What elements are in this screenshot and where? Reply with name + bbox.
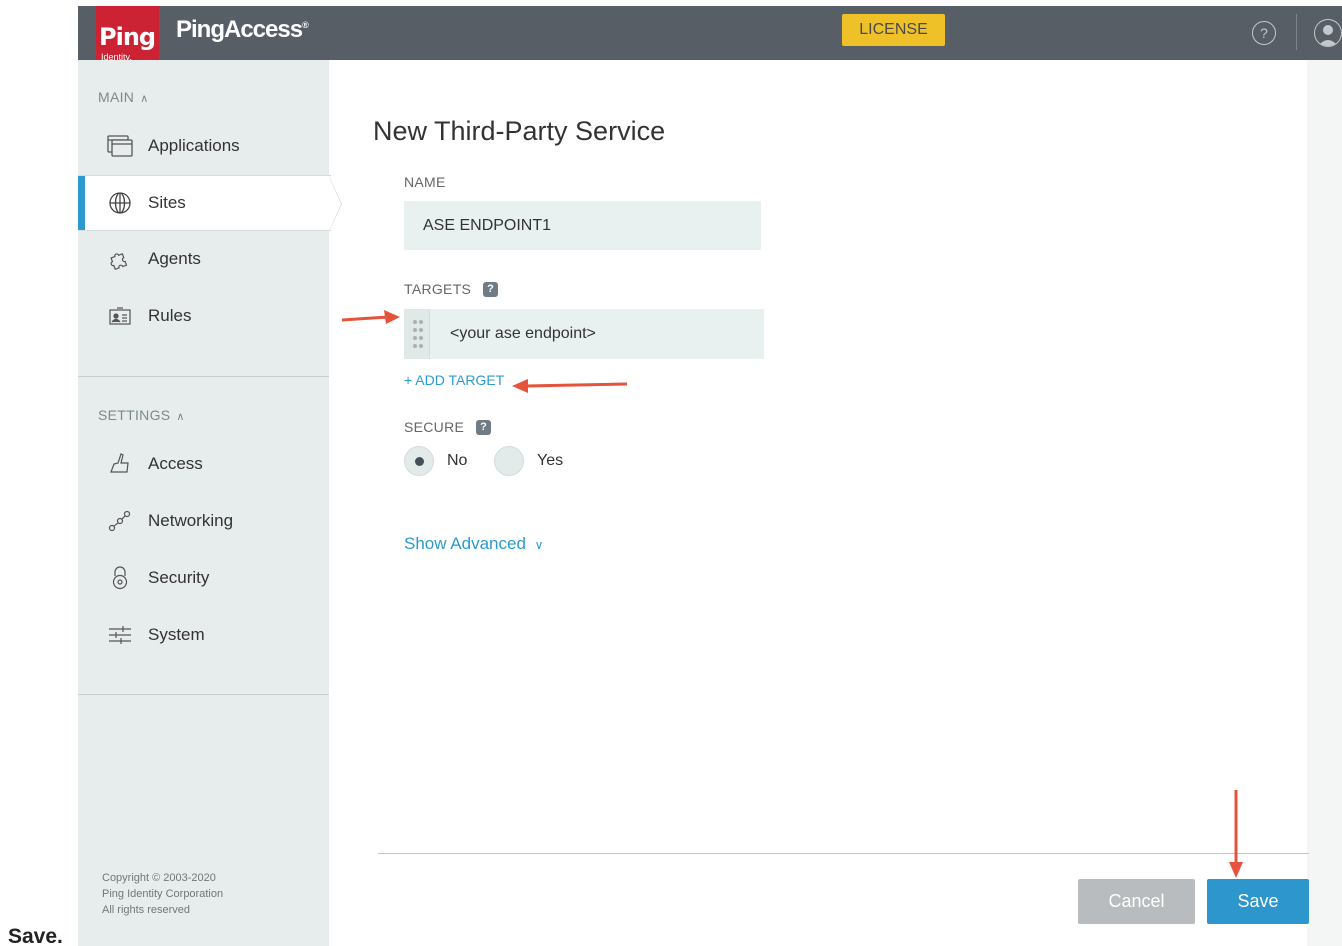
sidebar: MAIN ∧ Applications Sites Agents Rules S… [78,60,331,946]
add-target-link[interactable]: + ADD TARGET [404,372,504,388]
instruction-caption: Save. [8,925,63,946]
secure-help-icon[interactable]: ? [476,419,492,435]
topbar-divider [1296,14,1297,50]
secure-yes-label: Yes [537,452,564,469]
secure-yes-option[interactable]: Yes [494,446,563,476]
drag-handle-icon[interactable] [404,309,430,359]
sliders-icon [106,623,134,647]
targets-help-icon[interactable]: ? [483,281,499,297]
main-section-label: MAIN [98,89,135,105]
sidebar-item-access[interactable]: Access [78,436,329,492]
help-icon[interactable]: ? [1252,21,1276,45]
sidebar-item-label: Agents [148,249,201,268]
registered-mark: ® [302,20,309,30]
sidebar-item-label: System [148,625,205,644]
copyright-line: Copyright © 2003-2020 [102,872,216,884]
sidebar-item-label: Networking [148,511,234,530]
name-label: NAME [404,174,446,190]
sidebar-item-sites[interactable]: Sites [78,175,331,231]
sidebar-item-label: Sites [148,193,186,212]
chevron-down-icon: ∨ [534,538,544,552]
sidebar-item-networking[interactable]: Networking [78,493,329,549]
arrow-to-save-icon [1229,790,1243,878]
arrow-to-target-icon [341,310,400,324]
sidebar-item-label: Security [148,568,210,587]
product-name: PingAccess® [176,16,309,44]
license-button[interactable]: LICENSE [842,14,945,46]
show-advanced-label: Show Advanced [404,534,526,553]
logo-text: Ping [99,23,156,51]
puzzle-icon [106,247,134,271]
sidebar-divider [78,694,329,695]
save-button[interactable]: Save [1207,879,1309,924]
sidebar-item-security[interactable]: Security [78,550,329,606]
user-profile-icon[interactable] [1314,19,1342,47]
secure-yes-radio[interactable] [494,446,524,476]
sidebar-item-rules[interactable]: Rules [78,288,329,344]
sidebar-divider [78,376,329,377]
hand-icon [106,452,134,476]
applications-icon [106,134,134,158]
active-item-pointer-fill [329,177,341,231]
name-field[interactable] [404,201,761,250]
copyright-notice: Copyright © 2003-2020 Ping Identity Corp… [102,870,223,918]
network-icon [106,509,134,533]
sidebar-item-agents[interactable]: Agents [78,231,329,287]
secure-no-radio[interactable] [404,446,434,476]
secure-label: SECURE ? [404,419,492,435]
chevron-up-icon: ∧ [140,93,149,105]
secure-label-text: SECURE [404,419,465,435]
id-card-icon [106,304,134,328]
sidebar-item-label: Access [148,454,203,473]
globe-icon [106,191,134,215]
targets-label-text: TARGETS [404,281,472,297]
top-bar: Ping Identity. PingAccess® LICENSE ? [78,6,1342,68]
chevron-up-icon: ∧ [176,411,185,423]
sidebar-item-system[interactable]: System [78,607,329,663]
settings-section-header[interactable]: SETTINGS ∧ [98,407,185,423]
show-advanced-link[interactable]: Show Advanced ∨ [404,534,543,554]
sidebar-item-label: Applications [148,136,240,155]
lock-icon [106,566,134,590]
target-input[interactable] [430,309,764,359]
copyright-line: All rights reserved [102,904,191,916]
cancel-button[interactable]: Cancel [1078,879,1195,924]
footer-divider [378,853,1309,854]
right-panel-strip [1307,60,1342,946]
product-name-text: PingAccess [176,16,303,43]
copyright-line: Ping Identity Corporation [102,888,224,900]
ping-identity-logo[interactable]: Ping Identity. [96,6,159,68]
radio-selected-dot [414,456,424,466]
main-section-header[interactable]: MAIN ∧ [98,89,149,105]
target-row [404,309,764,359]
settings-section-label: SETTINGS [98,407,171,423]
sidebar-item-applications[interactable]: Applications [78,118,329,174]
secure-no-label: No [447,452,468,469]
page-title: New Third-Party Service [373,116,666,146]
secure-no-option[interactable]: No [404,446,467,476]
targets-label: TARGETS ? [404,281,499,297]
arrow-to-add-target-icon [512,379,628,393]
sidebar-item-label: Rules [148,306,192,325]
name-label-text: NAME [404,174,446,190]
